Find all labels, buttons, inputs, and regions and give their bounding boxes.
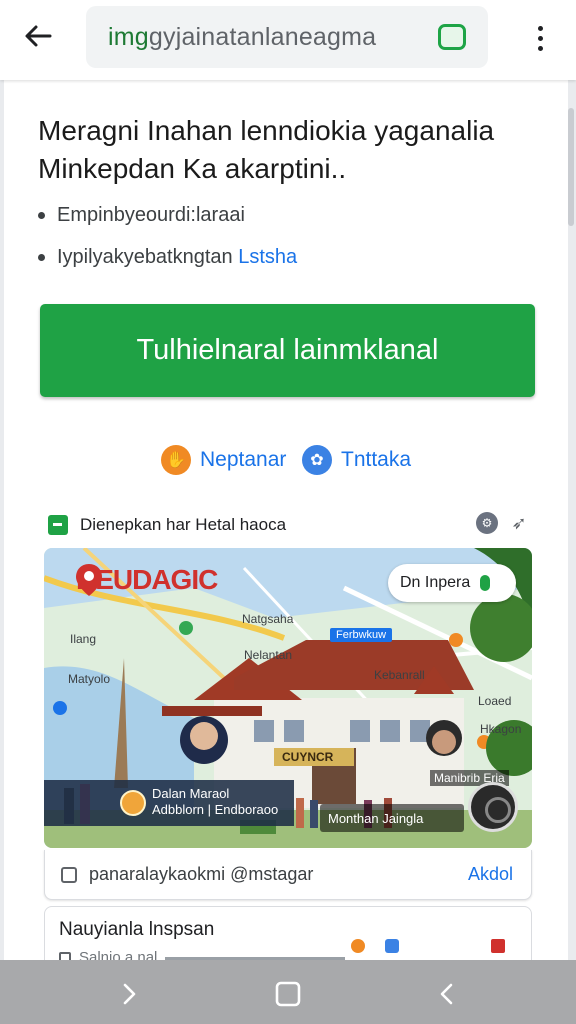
source-row: Dienepkan har Hetal haoca ⚙ ➶ (48, 512, 534, 538)
building-sign: CUYNCR (282, 750, 334, 764)
secondary-link-2[interactable]: ✿ Tnttaka (302, 444, 411, 476)
map-search-text: Dn Inpera (400, 574, 471, 591)
image-banner: Dalan Maraol Adbblorn | Endboraoo (44, 780, 294, 826)
source-label: Dienepkan har Hetal haoca (80, 515, 287, 534)
recents-button[interactable] (110, 976, 150, 1012)
article-headline: Meragni Inahan lenndiokia yaganalia Mink… (38, 115, 495, 184)
map-search-chip[interactable]: Dn Inpera (388, 564, 516, 602)
checkbox-icon[interactable] (61, 866, 77, 883)
arrow-left-icon (25, 25, 52, 47)
bullet-item: Iypilyakyebatkngtan Lstsha (38, 246, 297, 269)
caption-text: panaralaykaokmi @mstagar (89, 864, 314, 884)
map-image-card[interactable]: HEUDAGIC Dn Inpera Ilang Matyolo Natgsah… (44, 548, 532, 848)
overflow-menu-button[interactable] (524, 18, 556, 58)
caption-action-link[interactable]: Akdol (468, 864, 513, 885)
next-result-card[interactable]: Nauyianla lnspsan Salnio a nal (44, 906, 532, 960)
map-label: Ilang (70, 632, 97, 646)
checkbox-icon[interactable] (59, 951, 71, 960)
image-right-banner: Monthan Jaingla (320, 804, 464, 832)
camera-badge-icon[interactable] (468, 782, 518, 832)
chevron-right-icon (123, 983, 136, 1005)
map-logo: HEUDAGIC (76, 564, 218, 596)
menu-dot (537, 25, 543, 31)
url-text: imggyjainatanlaneagma (108, 22, 377, 51)
address-bar[interactable]: imggyjainatanlaneagma (86, 6, 488, 68)
browser-toolbar: imggyjainatanlaneagma (0, 0, 576, 80)
nav-back-button[interactable] (426, 976, 466, 1012)
back-button[interactable] (18, 18, 58, 54)
home-button[interactable] (268, 976, 308, 1012)
map-tag: Ferbwkuw (330, 628, 393, 642)
map-label: Loaed (478, 694, 512, 708)
square-home-icon (275, 981, 301, 1007)
map-label: Nelantan (244, 648, 293, 662)
banner-text: Dalan Maraol Adbblorn | Endboraoo (152, 786, 279, 817)
page-scrollbar[interactable] (568, 108, 574, 226)
pen-icon[interactable] (491, 939, 505, 953)
map-pin-icon (76, 564, 102, 596)
chevron-left-icon (440, 983, 453, 1005)
share-icon[interactable]: ➶ (508, 512, 530, 534)
map-label: Hkagon (480, 722, 522, 736)
bullet-dot (38, 254, 45, 262)
secondary-link-label: Tnttaka (341, 448, 412, 471)
secondary-link-1[interactable]: ✋ Neptanar (161, 444, 286, 476)
bullet-dot (38, 212, 45, 220)
orange-hand-icon: ✋ (161, 445, 191, 475)
menu-dot (537, 35, 543, 41)
map-label: Natgsaha (242, 612, 294, 626)
source-actions: ⚙ ➶ (476, 512, 530, 534)
seal-icon (120, 790, 146, 816)
image-caption-card[interactable]: panaralaykaokmi @mstagar Akdol (44, 850, 532, 900)
checkbox-checked-icon[interactable] (48, 515, 68, 535)
tab-switcher-icon[interactable] (438, 24, 466, 50)
mic-icon[interactable] (480, 575, 491, 591)
settings-icon[interactable]: ⚙ (476, 512, 498, 534)
next-card-title: Nauyianla lnspsan (59, 919, 215, 940)
person-icon (385, 939, 399, 953)
map-label: Kebanrall (374, 668, 425, 682)
next-card-subtitle: Salnio a nal (59, 949, 157, 960)
map-label: Matyolo (68, 672, 111, 686)
blue-chat-icon: ✿ (302, 445, 332, 475)
page-content: Meragni Inahan lenndiokia yaganalia Mink… (4, 80, 568, 960)
orange-dot-icon (351, 939, 365, 953)
menu-dot (537, 45, 543, 51)
system-nav-bar (0, 960, 576, 1024)
primary-cta-button[interactable]: Tulhielnaral lainmklanal (40, 304, 535, 397)
bullet-link[interactable]: Lstsha (238, 246, 297, 268)
secondary-link-label: Neptanar (200, 448, 287, 471)
bullet-item: Empinbyeourdi:laraai (38, 204, 245, 227)
